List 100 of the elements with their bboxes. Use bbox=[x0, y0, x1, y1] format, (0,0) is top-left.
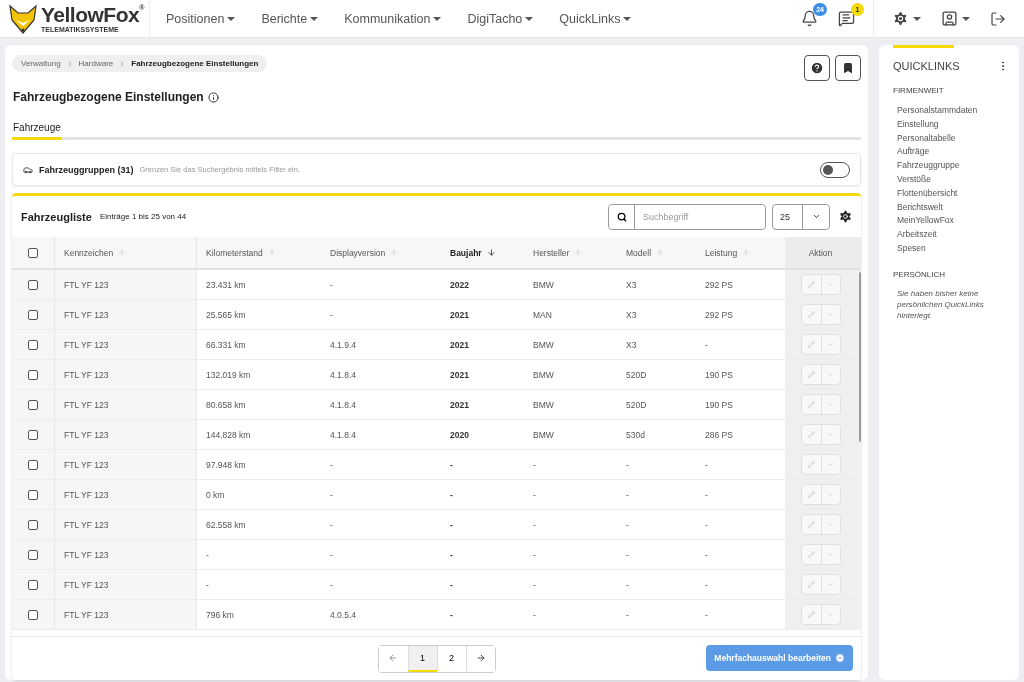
table-cell: 4.1.8.4 bbox=[330, 399, 356, 410]
table-cell: 292 PS bbox=[705, 309, 733, 320]
sort-arrow-icon bbox=[390, 248, 399, 257]
pencil-icon bbox=[807, 611, 815, 618]
row-checkbox[interactable] bbox=[28, 369, 38, 380]
row-checkbox[interactable] bbox=[28, 579, 38, 590]
table-cell: 62.558 km bbox=[206, 519, 246, 530]
caret-icon bbox=[433, 16, 442, 21]
next-page-button[interactable] bbox=[465, 645, 495, 672]
table-cell: - bbox=[705, 609, 708, 620]
quicklink[interactable]: Einstellung bbox=[893, 117, 1009, 132]
caret-icon bbox=[827, 311, 834, 318]
filter-label: Fahrzeuggruppen (31) bbox=[39, 164, 134, 175]
quicklink[interactable]: Personaltabelle bbox=[893, 131, 1009, 146]
caret-icon bbox=[827, 611, 834, 618]
table-cell: 80.658 km bbox=[206, 399, 246, 410]
breadcrumb-link[interactable]: Fahrzeugbezogene Einstellungen bbox=[131, 59, 259, 68]
quicklink[interactable]: Personalstammdaten bbox=[893, 104, 1009, 118]
scrollbar-thumb[interactable] bbox=[858, 272, 861, 442]
table-cell: - bbox=[330, 309, 333, 320]
table-cell: - bbox=[626, 579, 629, 590]
table-cell: - bbox=[626, 609, 629, 620]
nav-menu-item[interactable]: Berichte bbox=[261, 11, 319, 26]
settings-icon[interactable] bbox=[838, 209, 853, 224]
sort-arrow-icon bbox=[656, 248, 665, 257]
nav-menu-item[interactable]: Kommunikation bbox=[344, 11, 442, 26]
column-header[interactable]: Modell bbox=[626, 247, 652, 258]
table-cell: FTL YF 123 bbox=[64, 489, 109, 500]
row-checkbox[interactable] bbox=[28, 429, 38, 440]
message-icon bbox=[838, 10, 855, 27]
table-cell: - bbox=[330, 279, 333, 290]
column-header[interactable]: Kennzeichen bbox=[64, 247, 114, 258]
quicklink[interactable]: Spesen bbox=[893, 241, 1009, 256]
table-cell: 66.331 km bbox=[206, 339, 246, 350]
table-cell: 292 PS bbox=[705, 279, 733, 290]
filter-toggle[interactable] bbox=[820, 161, 850, 178]
table-cell: 4.0.5.4 bbox=[330, 609, 356, 620]
bookmark-button[interactable] bbox=[835, 55, 861, 81]
row-checkbox[interactable] bbox=[28, 489, 38, 500]
table-cell: - bbox=[206, 549, 209, 560]
row-checkbox[interactable] bbox=[28, 609, 38, 620]
nav-menu-item[interactable]: Positionen bbox=[166, 11, 236, 26]
pencil-icon bbox=[807, 551, 815, 558]
nav-menu-item[interactable]: DigiTacho bbox=[467, 11, 534, 26]
table-cell: FTL YF 123 bbox=[64, 369, 109, 380]
page-button[interactable]: 1 bbox=[407, 645, 437, 672]
table-cell: - bbox=[533, 579, 536, 590]
bell-icon bbox=[801, 10, 818, 27]
table-cell: FTL YF 123 bbox=[64, 459, 109, 470]
quicklink[interactable]: Verstöße bbox=[893, 173, 1009, 187]
row-checkbox[interactable] bbox=[28, 459, 38, 470]
table-cell: - bbox=[330, 489, 333, 500]
minus-icon bbox=[835, 653, 845, 663]
table-cell: - bbox=[705, 579, 708, 590]
search-icon[interactable] bbox=[609, 204, 635, 229]
caret-icon bbox=[811, 212, 821, 221]
caret-icon bbox=[623, 16, 632, 21]
column-header[interactable]: Baujahr bbox=[450, 247, 482, 258]
table-cell: - bbox=[533, 609, 536, 620]
help-button[interactable] bbox=[804, 55, 830, 81]
caret-icon bbox=[827, 581, 834, 588]
pencil-icon bbox=[807, 581, 815, 588]
table-cell: FTL YF 123 bbox=[64, 399, 109, 410]
quicklink[interactable]: Aufträge bbox=[893, 145, 1009, 160]
column-header[interactable]: Kilometerstand bbox=[206, 247, 263, 258]
column-header[interactable]: Displayversion bbox=[330, 247, 386, 258]
breadcrumb-link[interactable]: Verwaltung bbox=[21, 59, 61, 68]
section-heading: PERSÖNLICH bbox=[893, 269, 946, 279]
quicklink[interactable]: MeinYellowFox bbox=[893, 214, 1009, 229]
pencil-icon bbox=[807, 491, 815, 498]
sort-arrow-icon bbox=[267, 248, 276, 257]
table-cell: FTL YF 123 bbox=[64, 579, 109, 590]
pencil-icon bbox=[807, 461, 815, 468]
row-checkbox[interactable] bbox=[28, 399, 38, 410]
table-cell: FTL YF 123 bbox=[64, 339, 109, 350]
table-cell: 4.1.8.4 bbox=[330, 429, 356, 440]
row-checkbox[interactable] bbox=[28, 339, 38, 350]
quicklink[interactable]: Fahrzeuggruppe bbox=[893, 159, 1009, 173]
breadcrumb-link[interactable]: Hardware bbox=[78, 59, 114, 68]
caret-icon bbox=[827, 461, 834, 468]
table-cell: - bbox=[206, 579, 209, 590]
quicklink[interactable]: Arbeitszeit bbox=[893, 228, 1009, 242]
quicklink[interactable]: Flottenübersicht bbox=[893, 186, 1009, 201]
logout-icon bbox=[990, 10, 1006, 27]
page-size-select[interactable]: 25 bbox=[772, 203, 830, 230]
select-all-checkbox[interactable] bbox=[28, 247, 38, 258]
quicklink[interactable]: Berichtswelt bbox=[893, 200, 1009, 215]
column-header[interactable]: Leistung bbox=[705, 247, 738, 258]
caret-icon bbox=[827, 341, 834, 348]
row-checkbox[interactable] bbox=[28, 279, 38, 290]
info-icon[interactable] bbox=[207, 91, 219, 103]
table-cell: - bbox=[533, 519, 536, 530]
tab[interactable]: Fahrzeuge bbox=[12, 118, 62, 140]
row-checkbox[interactable] bbox=[28, 519, 38, 530]
search-field[interactable]: Suchbegriff bbox=[608, 203, 766, 230]
table-cell: 520D bbox=[626, 369, 647, 380]
row-checkbox[interactable] bbox=[28, 309, 38, 320]
column-header[interactable]: Hersteller bbox=[533, 247, 570, 258]
row-checkbox[interactable] bbox=[28, 549, 38, 560]
nav-menu-item[interactable]: QuickLinks bbox=[559, 11, 632, 26]
